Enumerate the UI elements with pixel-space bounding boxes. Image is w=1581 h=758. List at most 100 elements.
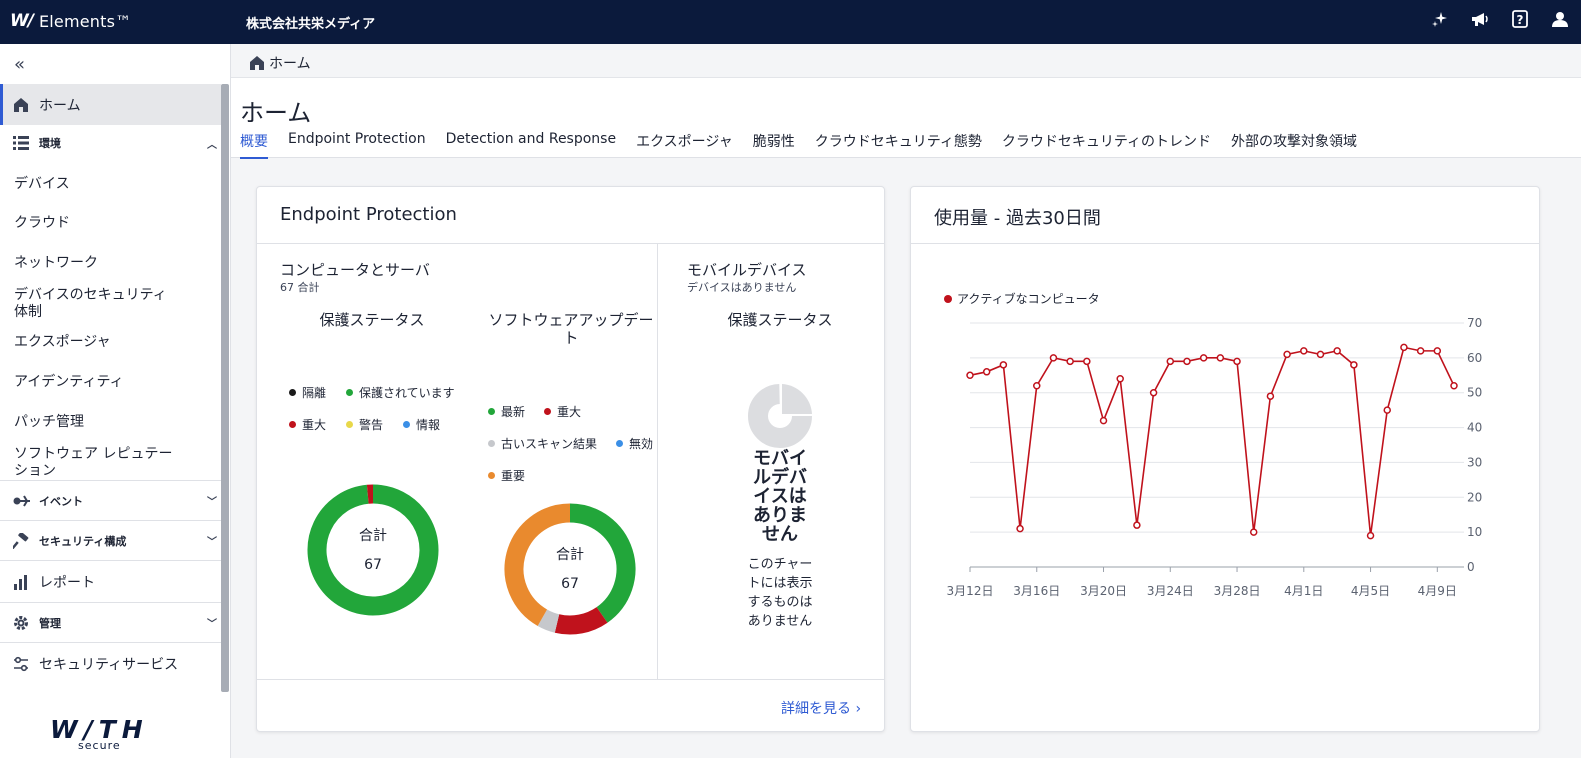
donut-slice[interactable] [537, 609, 560, 633]
data-point[interactable] [1433, 347, 1442, 355]
usage-line-chart: アクティブなコンピュータ 0 10 20 30 40 50 60 70 3月12日 3月16日 3月2… [944, 291, 1482, 598]
data-point[interactable] [1249, 528, 1258, 536]
y-tick-label: 60 [1467, 351, 1482, 365]
data-point[interactable] [1016, 524, 1024, 533]
breadcrumb: ホーム [231, 44, 1581, 78]
legend-item[interactable]: 最新 [488, 403, 525, 420]
tab-cloud-security-posture[interactable]: クラウドセキュリティ態勢 [815, 131, 982, 159]
legend-item[interactable]: 重大 [544, 403, 581, 420]
data-point[interactable] [1216, 354, 1225, 362]
megaphone-icon[interactable] [1471, 10, 1489, 28]
sidebar-section-environment[interactable]: 環境 ︿ [0, 125, 221, 161]
legend-item[interactable]: 重要 [488, 467, 525, 484]
data-point[interactable] [1316, 350, 1325, 359]
sidebar-item-device-security-posture[interactable]: デバイスのセキュリティ体制 [14, 287, 174, 321]
donut-slice[interactable] [554, 606, 608, 635]
data-point[interactable] [1116, 375, 1124, 383]
data-point[interactable] [1266, 392, 1275, 400]
company-name[interactable]: 株式会社共栄メディア [246, 13, 375, 32]
chevron-down-icon: ﹀ [207, 619, 217, 630]
data-point[interactable] [1366, 531, 1375, 540]
sidebar-section-events[interactable]: イベント ﹀ [0, 480, 221, 520]
data-point[interactable] [1416, 347, 1425, 355]
breadcrumb-home[interactable]: ホーム [249, 53, 311, 73]
data-point[interactable] [1233, 357, 1241, 366]
collapse-sidebar-icon[interactable]: « [14, 54, 25, 75]
x-tick-label: 4月1日 [1284, 584, 1323, 598]
legend-label: 無効 [629, 437, 654, 451]
tab-overview[interactable]: 概要 [240, 131, 268, 159]
software-legend: 最新 重大 古いスキャン結果 無効 重要 [488, 403, 658, 483]
legend-dot [346, 421, 353, 428]
data-point[interactable] [1066, 357, 1074, 366]
data-point[interactable] [1300, 347, 1308, 355]
data-point[interactable] [1383, 406, 1391, 414]
data-point[interactable] [1183, 357, 1191, 366]
legend-item[interactable]: 古いスキャン結果 [488, 435, 597, 452]
sidebar-item-label: セキュリティサービス [39, 656, 179, 673]
user-icon[interactable] [1551, 10, 1569, 28]
tab-cloud-security-trends[interactable]: クラウドセキュリティのトレンド [1002, 131, 1211, 159]
help-icon[interactable]: ? [1511, 10, 1529, 28]
data-point[interactable] [1166, 357, 1175, 366]
sidebar-item-reports[interactable]: レポート [0, 560, 221, 602]
see-details-link[interactable]: 詳細を見る › [781, 698, 861, 718]
sidebar-item-exposure[interactable]: エクスポージャ [14, 334, 189, 351]
data-point[interactable] [1133, 521, 1141, 529]
sparkle-icon[interactable] [1431, 10, 1449, 28]
sidebar-item-cloud[interactable]: クラウド [14, 215, 189, 232]
data-point[interactable] [1199, 354, 1208, 362]
usage-card: 使用量 - 過去30日間 アクティブなコンピュータ 0 10 20 30 40 50 60 70… [910, 186, 1540, 732]
no-data-text: このチャートには表示するものはありません [747, 557, 813, 629]
data-point[interactable] [1083, 357, 1091, 366]
y-tick-label: 20 [1467, 490, 1482, 504]
sidebar-section-label: 管理 [39, 616, 61, 630]
sidebar-scrollbar[interactable] [221, 84, 229, 692]
sidebar-item-identity[interactable]: アイデンティティ [14, 374, 189, 391]
tab-endpoint-protection[interactable]: Endpoint Protection [288, 131, 426, 159]
sidebar-item-home[interactable]: ホーム [0, 84, 221, 125]
tab-detection-and-response[interactable]: Detection and Response [446, 131, 617, 159]
data-point[interactable] [1033, 381, 1041, 390]
sidebar-item-patch-management[interactable]: パッチ管理 [14, 414, 189, 431]
legend-item[interactable]: 無効 [616, 435, 653, 452]
tab-exposure[interactable]: エクスポージャ [636, 131, 733, 159]
sidebar-section-security-config[interactable]: セキュリティ構成 ﹀ [0, 520, 221, 560]
legend-item[interactable]: 重大 [289, 416, 326, 433]
data-point[interactable] [1049, 354, 1058, 362]
legend-label: 重大 [557, 405, 582, 419]
data-point[interactable] [1333, 347, 1341, 355]
sidebar-item-devices[interactable]: デバイス [14, 176, 189, 193]
app-logo[interactable]: W/ Elements™ [10, 11, 131, 31]
data-point[interactable] [1283, 350, 1291, 359]
legend-item[interactable]: 隔離 [289, 384, 326, 401]
data-point[interactable] [999, 361, 1008, 369]
x-tick-label: 3月20日 [1080, 584, 1127, 598]
data-point[interactable] [1400, 343, 1408, 352]
donut-total-label: 合計 [556, 547, 584, 563]
legend-dot [488, 472, 495, 479]
sidebar-item-security-services[interactable]: セキュリティサービス [0, 642, 221, 684]
legend-item[interactable]: 情報 [403, 416, 440, 433]
x-tick-label: 4月9日 [1418, 584, 1457, 598]
mobile-title: モバイルデバイス [687, 261, 807, 279]
legend-item[interactable]: 保護されています [346, 384, 455, 401]
tab-vulnerabilities[interactable]: 脆弱性 [753, 131, 795, 159]
sidebar-section-admin[interactable]: 管理 ﹀ [0, 602, 221, 642]
sidebar-item-network[interactable]: ネットワーク [14, 255, 189, 272]
data-point[interactable] [966, 371, 974, 380]
legend-item[interactable]: 警告 [346, 416, 383, 433]
mobile-subtitle: デバイスはありません [687, 281, 797, 294]
no-mobile-devices-text: モバイルデバイスはありません [753, 448, 807, 545]
tab-external-attack-surface[interactable]: 外部の攻撃対象領域 [1231, 131, 1357, 159]
data-point[interactable] [1350, 361, 1358, 369]
data-point[interactable] [1099, 416, 1108, 425]
data-point[interactable] [1450, 381, 1458, 390]
data-point[interactable] [982, 368, 991, 376]
x-tick-label: 3月28日 [1214, 584, 1261, 598]
page-title: ホーム [240, 99, 312, 127]
sidebar-item-software-reputation[interactable]: ソフトウェア レピュテーション [14, 446, 179, 480]
legend-label: 古いスキャン結果 [501, 437, 598, 451]
data-point[interactable] [1149, 388, 1158, 397]
chart-legend[interactable]: アクティブなコンピュータ [944, 291, 1100, 306]
